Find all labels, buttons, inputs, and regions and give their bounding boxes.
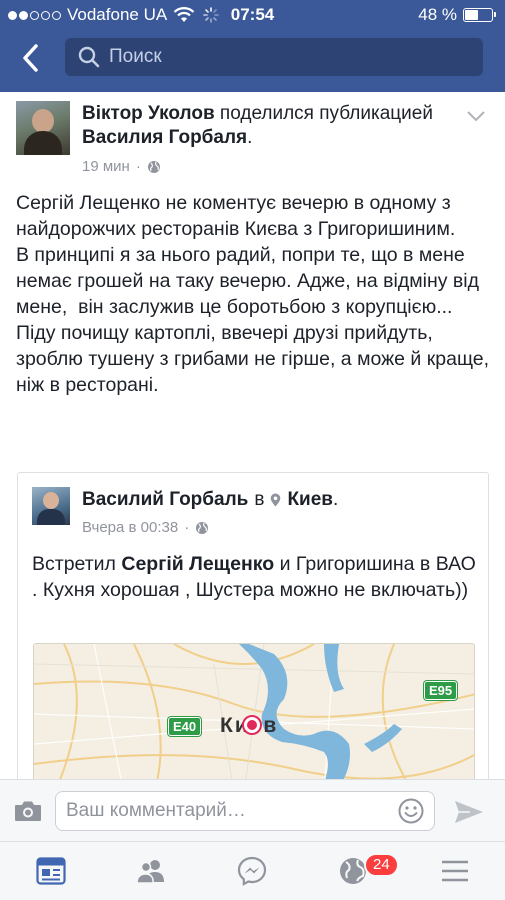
post-time[interactable]: 19 мин: [82, 158, 130, 175]
author-avatar[interactable]: [16, 101, 70, 155]
post-headline: Віктор Уколов поделился публикацией Васи…: [82, 102, 462, 150]
share-action-text: поделился публикацией: [214, 103, 433, 124]
author-name[interactable]: Віктор Уколов: [82, 103, 215, 124]
shared-post-text: Встретил Сергій Лещенко и Григоришина в …: [32, 551, 477, 603]
chevron-down-icon[interactable]: [466, 110, 486, 122]
signal-strength-icon: [8, 10, 61, 20]
shared-post-headline: Василий Горбаль в Киев.: [82, 489, 338, 511]
notifications-badge: 24: [364, 853, 399, 877]
shared-author-avatar[interactable]: [32, 487, 70, 525]
wifi-icon: [173, 7, 195, 22]
meta-separator: ·: [135, 158, 141, 175]
road-label-e95: E95: [424, 681, 458, 700]
menu-hamburger-icon[interactable]: [440, 856, 470, 886]
shared-location[interactable]: Киев: [287, 489, 333, 511]
shared-author-name[interactable]: Василий Горбаль: [82, 489, 248, 511]
status-right: 48 %: [418, 5, 496, 25]
back-button[interactable]: [10, 38, 50, 78]
shared-post-meta: Вчера в 00:38 ·: [82, 519, 209, 536]
location-map[interactable]: E95 E40 Киев: [33, 643, 475, 791]
comment-placeholder: Ваш комментарий…: [66, 800, 246, 821]
search-placeholder: Поиск: [109, 46, 162, 67]
loading-spinner-icon: [203, 7, 220, 23]
carrier-name: Vodafone UA: [67, 5, 168, 24]
globe-icon: [196, 521, 209, 534]
battery-level: [465, 10, 479, 20]
post-body-text: Сергій Лещенко не коментує вечерю в одно…: [16, 192, 490, 396]
map-location-pin: [244, 717, 260, 733]
battery-icon: [463, 8, 496, 22]
globe-icon: [147, 160, 160, 173]
send-icon[interactable]: [454, 800, 484, 824]
friend-requests-tab-icon[interactable]: [136, 856, 166, 886]
shared-text-prefix: Встретил: [32, 553, 122, 575]
road-label-e40: E40: [168, 717, 202, 736]
news-feed-tab-icon[interactable]: [36, 856, 66, 886]
chevron-left-icon: [23, 44, 38, 72]
notifications-globe-icon[interactable]: [338, 856, 368, 886]
shared-from-name[interactable]: Василия Горбаля: [82, 127, 247, 148]
shared-headline-period: .: [332, 489, 339, 510]
search-input[interactable]: Поиск: [65, 38, 483, 76]
in-word: в: [254, 489, 265, 510]
location-pin-icon: [271, 493, 281, 507]
status-bar: Vodafone UA 07:54 48 %: [0, 0, 505, 30]
search-icon: [78, 46, 100, 68]
camera-icon[interactable]: [14, 800, 42, 822]
shared-post-time[interactable]: Вчера в 00:38: [82, 519, 178, 536]
bottom-tab-bar: [0, 841, 505, 900]
status-left: Vodafone UA: [8, 5, 220, 25]
top-header: Vodafone UA 07:54 48 % Поиск: [0, 0, 505, 92]
comment-input[interactable]: Ваш комментарий…: [55, 791, 435, 831]
post-meta: 19 мин ·: [82, 158, 161, 175]
shared-post-card[interactable]: Василий Горбаль в Киев. Вчера в 00:38 · …: [17, 472, 489, 792]
smiley-icon[interactable]: [398, 798, 424, 824]
shared-meta-separator: ·: [184, 519, 190, 536]
messenger-tab-icon[interactable]: [237, 856, 267, 886]
comment-composer: Ваш комментарий…: [0, 779, 505, 841]
headline-period: .: [247, 127, 253, 148]
tagged-person[interactable]: Сергій Лещенко: [121, 553, 274, 575]
battery-percent: 48 %: [418, 5, 457, 24]
